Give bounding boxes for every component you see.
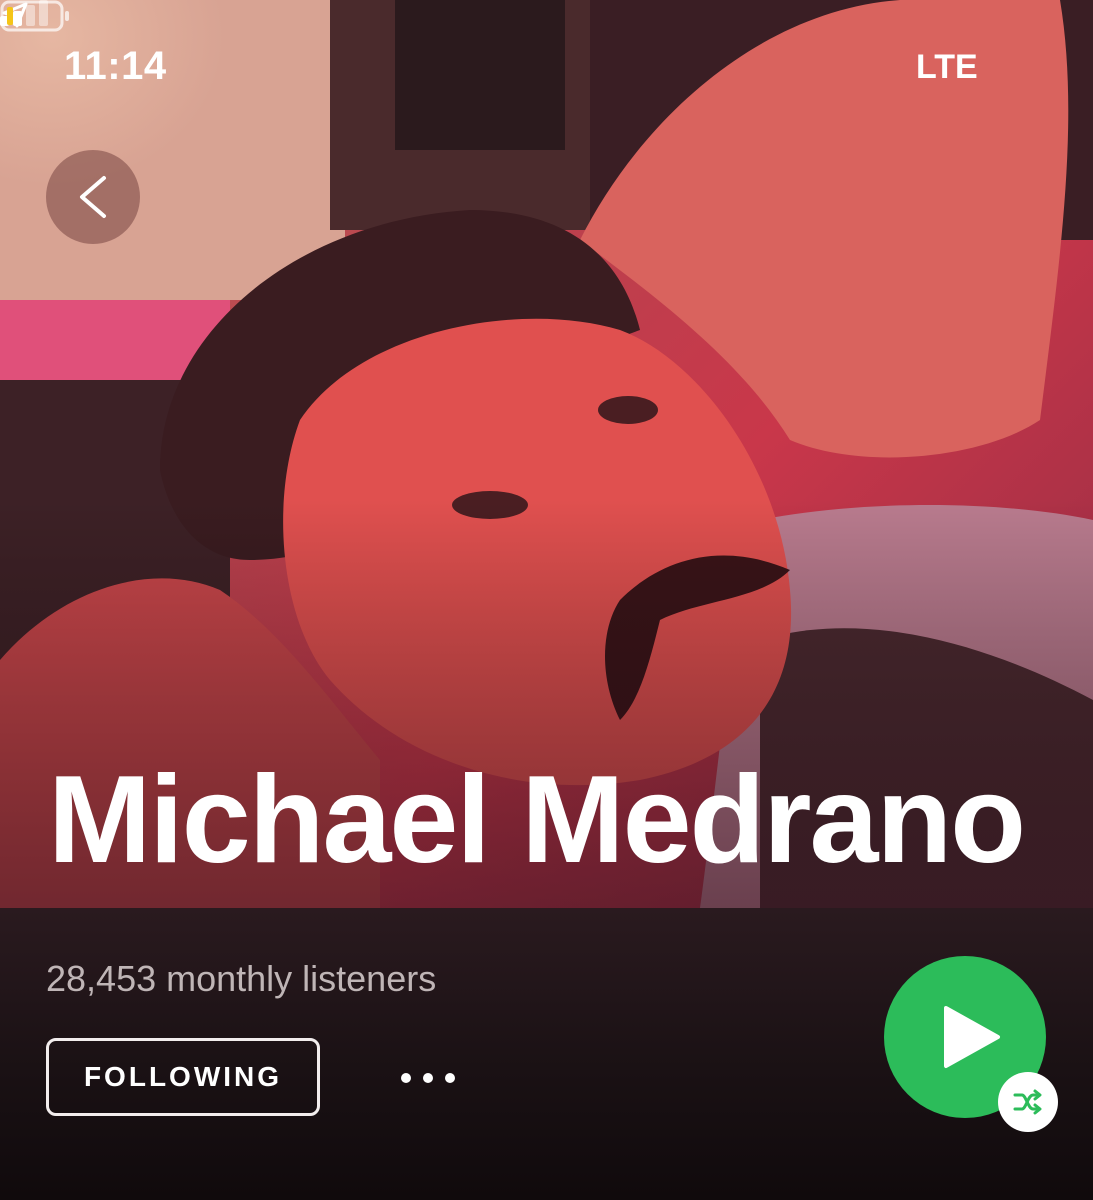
artist-name: Michael Medrano — [48, 751, 1026, 889]
chevron-left-icon — [80, 176, 106, 218]
more-dots-icon[interactable] — [386, 1058, 470, 1098]
play-icon — [944, 1006, 1000, 1068]
shuffle-icon — [1013, 1089, 1042, 1115]
network-type: LTE — [916, 48, 978, 86]
following-button[interactable]: FOLLOWING — [46, 1038, 320, 1116]
battery-low-icon — [0, 0, 69, 32]
monthly-listeners: 28,453 monthly listeners — [46, 958, 437, 999]
artist-cover-photo: 11:14 LTE Michael Medrano — [0, 0, 1093, 908]
shuffle-button[interactable] — [998, 1072, 1058, 1132]
status-time: 11:14 — [64, 44, 167, 88]
back-button[interactable] — [46, 150, 140, 244]
artist-page: 11:14 LTE Michael Medrano 28,453 monthly… — [0, 0, 1093, 1200]
